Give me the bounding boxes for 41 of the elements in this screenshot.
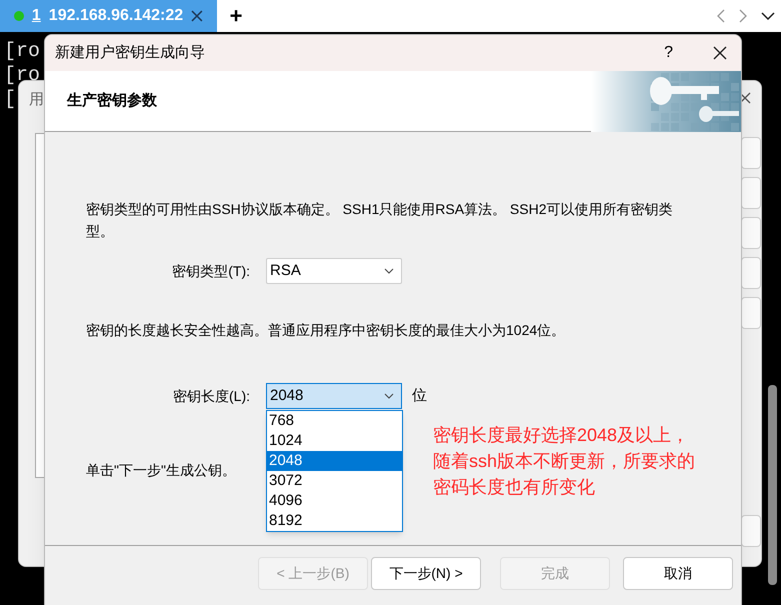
dropdown-option[interactable]: 3072 bbox=[267, 471, 402, 491]
side-button[interactable] bbox=[741, 515, 761, 547]
description-text: 密钥类型的可用性由SSH协议版本确定。 SSH1只能使用RSA算法。 SSH2可以使用所有密钥类型。 bbox=[86, 200, 674, 241]
window-title: 新建用户密钥生成向导 bbox=[55, 42, 205, 63]
side-button[interactable] bbox=[741, 217, 761, 249]
wizard-button[interactable]: 下一步(N) > bbox=[371, 557, 481, 590]
window-title: 用 bbox=[29, 90, 44, 110]
terminal-line: [ bbox=[4, 88, 16, 112]
side-button[interactable] bbox=[741, 177, 761, 209]
hint-text: 单击"下一步"生成公钥。 bbox=[86, 461, 236, 480]
help-button[interactable]: ? bbox=[664, 41, 673, 65]
wizard-button[interactable]: 取消 bbox=[623, 557, 733, 590]
chevron-down-icon bbox=[384, 268, 394, 274]
dropdown-option[interactable]: 2048 bbox=[267, 451, 402, 471]
close-icon[interactable] bbox=[739, 92, 751, 104]
new-tab-button[interactable]: + bbox=[225, 5, 247, 27]
tab-title: 192.168.96.142:22 bbox=[48, 6, 184, 26]
dropdown-option[interactable]: 1024 bbox=[267, 431, 402, 451]
field-label: 密钥长度(L): bbox=[172, 386, 251, 406]
dropdown-field[interactable]: 2048 bbox=[266, 383, 402, 409]
annotation-text: 密钥长度最好选择2048及以上， 随着ssh版本不断更新，所要求的 密码长度也有所变化 bbox=[433, 424, 696, 499]
description-text: 密钥的长度越长安全性越高。普通应用程序中密钥长度的最佳大小为1024位。 bbox=[86, 321, 566, 340]
chevron-down-icon bbox=[384, 393, 394, 399]
chevron-right-icon[interactable] bbox=[739, 9, 747, 23]
side-button[interactable] bbox=[741, 257, 761, 289]
field-label: 密钥类型(T): bbox=[171, 262, 251, 281]
scrollbar[interactable] bbox=[768, 385, 777, 585]
terminal-line: [ro bbox=[4, 40, 40, 64]
dropdown-option[interactable]: 8192 bbox=[267, 511, 402, 531]
dropdown-field[interactable]: RSA bbox=[266, 258, 402, 284]
chevron-left-icon[interactable] bbox=[717, 9, 725, 23]
dropdown-option[interactable]: 768 bbox=[267, 411, 402, 431]
unit-label: 位 bbox=[412, 386, 427, 406]
dropdown-option[interactable]: 4096 bbox=[267, 491, 402, 511]
terminal-line: [ro bbox=[4, 64, 40, 88]
wizard-heading: 生产密钥参数 bbox=[67, 90, 157, 111]
close-icon[interactable] bbox=[713, 46, 727, 60]
side-button[interactable] bbox=[741, 137, 761, 169]
tab-index: 1 bbox=[32, 6, 41, 26]
chevron-down-icon[interactable] bbox=[761, 12, 775, 20]
side-button[interactable] bbox=[741, 297, 761, 329]
